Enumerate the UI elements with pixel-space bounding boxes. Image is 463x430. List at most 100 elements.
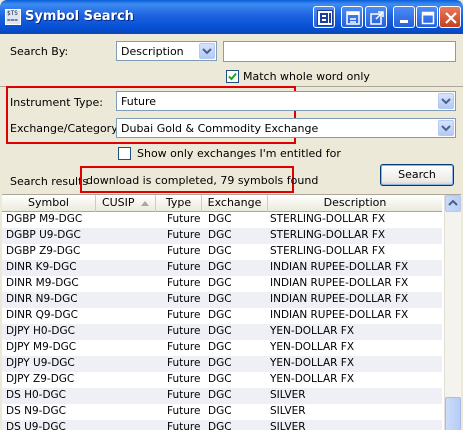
- cell-description: INDIAN RUPEE-DOLLAR FX: [270, 261, 409, 273]
- cell-exchange: DGC: [208, 389, 232, 401]
- table-row[interactable]: DINR N9-DGC Future DGC INDIAN RUPEE-DOLLAR …: [2, 292, 442, 308]
- column-header-exchange[interactable]: Exchange: [202, 195, 268, 212]
- cell-symbol: DJPY U9-DGC: [6, 357, 75, 369]
- results-table: Symbol CUSIP Type Exchange Description D…: [2, 194, 461, 430]
- match-whole-word-label: Match whole word only: [243, 70, 370, 83]
- cell-type: Future: [167, 229, 201, 241]
- cell-description: STERLING-DOLLAR FX: [270, 213, 386, 225]
- cell-exchange: DGC: [208, 261, 232, 273]
- cell-symbol: DINR Q9-DGC: [6, 309, 78, 321]
- cell-description: SILVER: [270, 405, 306, 417]
- table-row[interactable]: DS N9-DGC Future DGC SILVER: [2, 404, 442, 420]
- table-row[interactable]: DS H0-DGC Future DGC SILVER: [2, 388, 442, 404]
- scroll-up-button[interactable]: [445, 195, 461, 212]
- table-row[interactable]: DJPY U9-DGC Future DGC YEN-DOLLAR FX: [2, 356, 442, 372]
- cell-exchange: DGC: [208, 357, 232, 369]
- title-bar[interactable]: $TS === Symbol Search: [0, 0, 463, 34]
- cell-exchange: DGC: [208, 293, 232, 305]
- window-s-button[interactable]: [313, 6, 335, 28]
- table-row[interactable]: DJPY H0-DGC Future DGC YEN-DOLLAR FX: [2, 324, 442, 340]
- table-row[interactable]: DJPY Z9-DGC Future DGC YEN-DOLLAR FX: [2, 372, 442, 388]
- table-row[interactable]: DINR K9-DGC Future DGC INDIAN RUPEE-DOLLAR …: [2, 260, 442, 276]
- window-popout-icon: [370, 11, 384, 25]
- column-header-cusip[interactable]: CUSIP: [96, 195, 156, 212]
- cell-description: YEN-DOLLAR FX: [270, 357, 355, 369]
- maximize-button[interactable]: [416, 6, 438, 28]
- vertical-scrollbar[interactable]: [444, 195, 461, 430]
- search-by-value: Description: [121, 45, 184, 58]
- exchange-value: Dubai Gold & Commodity Exchange: [121, 122, 319, 135]
- cell-exchange: DGC: [208, 245, 232, 257]
- sort-ascending-icon: [141, 201, 150, 206]
- cell-symbol: DINR K9-DGC: [6, 261, 77, 273]
- cell-symbol: DJPY M9-DGC: [6, 341, 77, 353]
- window-list-icon: [346, 11, 360, 25]
- cell-exchange: DGC: [208, 229, 232, 241]
- cell-description: INDIAN RUPEE-DOLLAR FX: [270, 293, 409, 305]
- symbol-search-window: $TS === Symbol Search Search By: Descrip…: [0, 0, 463, 430]
- cell-type: Future: [167, 373, 201, 385]
- cell-symbol: DGBP Z9-DGC: [6, 245, 81, 257]
- scrollbar-thumb[interactable]: [445, 397, 461, 430]
- cell-description: INDIAN RUPEE-DOLLAR FX: [270, 277, 409, 289]
- cell-type: Future: [167, 357, 201, 369]
- cell-type: Future: [167, 293, 201, 305]
- cell-description: SILVER: [270, 389, 306, 401]
- minimize-button[interactable]: [393, 6, 415, 28]
- cell-description: SILVER: [270, 421, 306, 430]
- column-header-description[interactable]: Description: [268, 195, 442, 212]
- cell-symbol: DGBP U9-DGC: [6, 229, 81, 241]
- table-row[interactable]: DJPY M9-DGC Future DGC YEN-DOLLAR FX: [2, 340, 442, 356]
- checkmark-icon: [228, 72, 237, 81]
- cell-type: Future: [167, 405, 201, 417]
- cell-type: Future: [167, 245, 201, 257]
- exchange-select[interactable]: Dubai Gold & Commodity Exchange: [116, 118, 456, 138]
- search-by-label: Search By:: [10, 45, 69, 58]
- close-button[interactable]: [439, 6, 461, 28]
- chevron-down-icon[interactable]: [438, 93, 454, 109]
- cell-symbol: DGBP M9-DGC: [6, 213, 83, 225]
- cell-exchange: DGC: [208, 341, 232, 353]
- cell-description: INDIAN RUPEE-DOLLAR FX: [270, 309, 409, 321]
- column-header-symbol[interactable]: Symbol: [2, 195, 96, 212]
- chevron-down-icon[interactable]: [199, 43, 215, 59]
- search-results-status: download is completed, 79 symbols found: [86, 174, 319, 187]
- table-row[interactable]: DGBP Z9-DGC Future DGC STERLING-DOLLAR FX: [2, 244, 442, 260]
- instrument-type-label: Instrument Type:: [10, 96, 103, 109]
- cell-type: Future: [167, 261, 201, 273]
- cell-exchange: DGC: [208, 421, 232, 430]
- window-popout-button[interactable]: [365, 6, 387, 28]
- table-row[interactable]: DINR M9-DGC Future DGC INDIAN RUPEE-DOLLAR …: [2, 276, 442, 292]
- search-text-input[interactable]: [223, 41, 456, 62]
- exchange-label: Exchange/Category:: [10, 122, 121, 135]
- chevron-down-icon[interactable]: [438, 120, 454, 136]
- cell-type: Future: [167, 309, 201, 321]
- match-whole-word-checkbox[interactable]: [226, 70, 239, 83]
- cell-symbol: DINR M9-DGC: [6, 277, 79, 289]
- cell-description: YEN-DOLLAR FX: [270, 373, 355, 385]
- cell-exchange: DGC: [208, 213, 232, 225]
- window-list-button[interactable]: [341, 6, 363, 28]
- instrument-type-select[interactable]: Future: [116, 91, 456, 111]
- cell-type: Future: [167, 213, 201, 225]
- table-rows: DGBP M9-DGC Future DGC STERLING-DOLLAR FX DG…: [2, 212, 442, 430]
- table-row[interactable]: DS U9-DGC Future DGC SILVER: [2, 420, 442, 430]
- search-by-select[interactable]: Description: [116, 41, 217, 61]
- cell-symbol: DJPY H0-DGC: [6, 325, 75, 337]
- table-row[interactable]: DGBP M9-DGC Future DGC STERLING-DOLLAR FX: [2, 212, 442, 228]
- cell-description: STERLING-DOLLAR FX: [270, 245, 386, 257]
- maximize-icon: [421, 11, 435, 25]
- column-header-type[interactable]: Type: [156, 195, 202, 212]
- entitled-checkbox[interactable]: [118, 147, 131, 160]
- cell-type: Future: [167, 341, 201, 353]
- table-row[interactable]: DGBP U9-DGC Future DGC STERLING-DOLLAR FX: [2, 228, 442, 244]
- close-icon: [445, 12, 457, 24]
- cell-type: Future: [167, 277, 201, 289]
- app-icon-text-2: ===: [7, 17, 18, 24]
- instrument-type-value: Future: [121, 95, 157, 108]
- search-button[interactable]: Search: [380, 164, 454, 186]
- table-row[interactable]: DINR Q9-DGC Future DGC INDIAN RUPEE-DOLLAR …: [2, 308, 442, 324]
- cell-symbol: DJPY Z9-DGC: [6, 373, 75, 385]
- table-header: Symbol CUSIP Type Exchange Description: [2, 195, 442, 212]
- cell-type: Future: [167, 325, 201, 337]
